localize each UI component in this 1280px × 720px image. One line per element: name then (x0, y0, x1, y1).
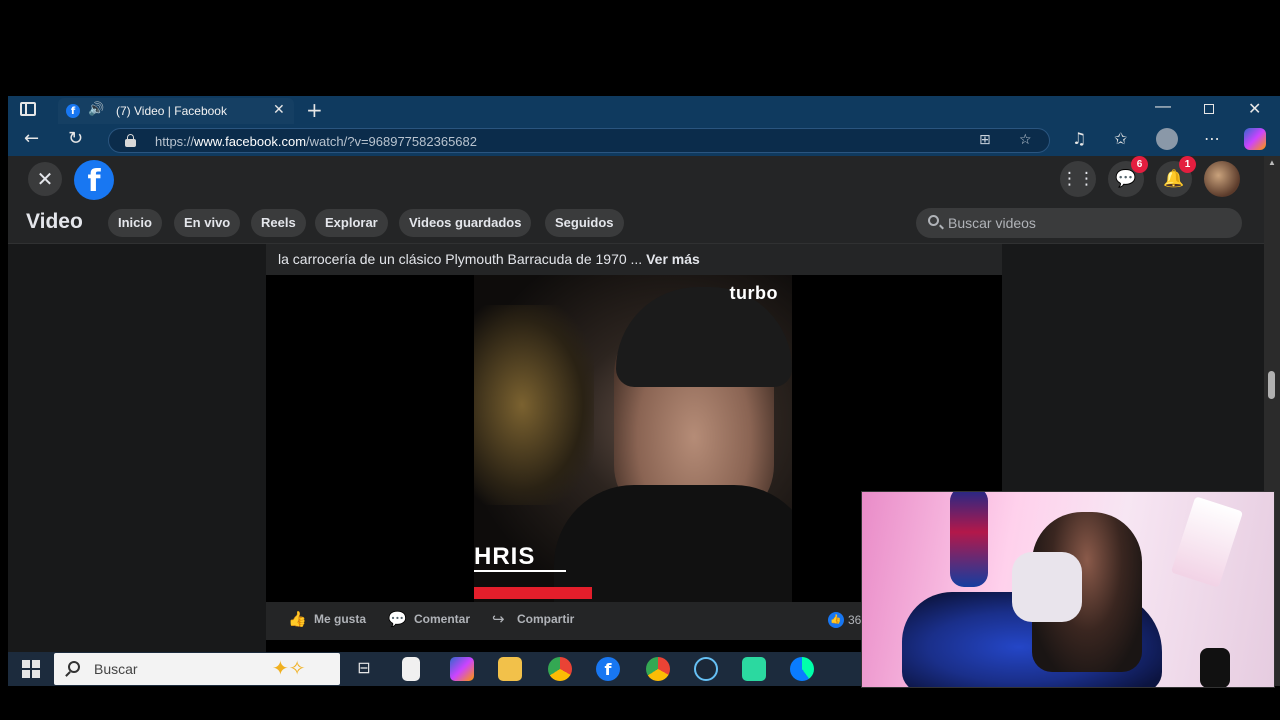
notepad-icon[interactable] (402, 657, 420, 681)
chrome-profile-icon[interactable] (646, 657, 670, 681)
webcam-person-shirt (1012, 552, 1082, 622)
windows-start-icon[interactable] (22, 660, 40, 678)
favorite-star-icon[interactable]: ☆ (1019, 132, 1032, 148)
lock-icon[interactable] (125, 134, 136, 147)
tab-title: (7) Video | Facebook (116, 104, 227, 118)
menu-grid-icon[interactable]: ⋮⋮ (1060, 161, 1096, 197)
like-icon[interactable]: 👍 (288, 610, 307, 628)
new-tab-button[interactable]: + (306, 98, 323, 122)
webcam-microphone (1200, 648, 1230, 687)
messenger-badge: 6 (1131, 156, 1148, 173)
copilot-app-icon[interactable] (450, 657, 474, 681)
scroll-up-icon[interactable]: ▲ (1268, 158, 1276, 167)
more-options-icon[interactable]: ⋯ (1204, 129, 1220, 148)
notifications-badge: 1 (1179, 156, 1196, 173)
tab-facebook[interactable]: f 🔊 (7) Video | Facebook ✕ (58, 98, 294, 124)
back-button[interactable]: ← (24, 128, 39, 149)
favorites-icon[interactable]: ✩ (1114, 129, 1127, 148)
screen: f 🔊 (7) Video | Facebook ✕ + — ✕ ← ↻ htt… (0, 0, 1280, 720)
tab-en-vivo[interactable]: En vivo (174, 209, 241, 237)
url-text[interactable]: https://www.facebook.com/watch/?v=968977… (155, 134, 477, 149)
webcam-wall-banner (1170, 496, 1244, 588)
video-caption: la carrocería de un clásico Plymouth Bar… (278, 251, 700, 267)
tab-seguidos[interactable]: Seguidos (545, 209, 624, 237)
facebook-logo-icon[interactable]: f (74, 160, 114, 200)
close-window-button[interactable]: ✕ (1248, 99, 1261, 118)
lower-third-bar (474, 587, 592, 599)
notifications-bell-icon[interactable]: 🔔 1 (1156, 156, 1196, 197)
webcam-skateboard (950, 492, 988, 587)
search-placeholder: Buscar videos (948, 215, 1036, 231)
steam-icon[interactable] (694, 657, 718, 681)
sidebar-toggle-icon[interactable] (20, 102, 36, 116)
close-tab-icon[interactable]: ✕ (273, 102, 285, 118)
video-watermark: turbo (729, 283, 778, 303)
file-explorer-icon[interactable] (498, 657, 522, 681)
game-app-icon[interactable] (742, 657, 766, 681)
like-reaction-icon[interactable]: 👍 (828, 612, 844, 628)
taskbar: Buscar ✦✧ ⊟ f (8, 652, 868, 686)
reload-button[interactable]: ↻ (68, 128, 83, 149)
reaction-count[interactable]: 36 (848, 613, 861, 627)
comment-button[interactable]: Comentar (414, 612, 470, 626)
see-more-link[interactable]: Ver más (646, 251, 700, 267)
task-view-icon[interactable]: ⊟ (352, 657, 376, 681)
address-bar[interactable]: https://www.facebook.com/watch/?v=968977… (108, 128, 1050, 153)
search-icon (68, 661, 80, 673)
taskbar-search-placeholder: Buscar (94, 661, 138, 677)
tab-inicio[interactable]: Inicio (108, 209, 162, 237)
facebook-favicon-icon: f (66, 104, 80, 118)
close-video-icon[interactable]: ✕ (28, 162, 62, 196)
facebook-app-icon[interactable]: f (596, 657, 620, 681)
video-search-input[interactable]: Buscar videos (916, 208, 1242, 238)
like-button[interactable]: Me gusta (314, 612, 366, 626)
facebook-header: ✕ f ⋮⋮ 💬 6 🔔 1 (8, 156, 1264, 202)
video-background (474, 305, 594, 505)
vertical-scroll-thumb[interactable] (1268, 371, 1275, 399)
edge-icon[interactable] (790, 657, 814, 681)
maximize-button[interactable] (1204, 104, 1214, 114)
tab-videos-guardados[interactable]: Videos guardados (399, 209, 532, 237)
video-frame[interactable]: turbo HRIS (474, 275, 792, 602)
messenger-icon[interactable]: 💬 6 (1108, 156, 1148, 197)
caption-box: la carrocería de un clásico Plymouth Bar… (266, 244, 1002, 275)
comment-icon[interactable]: 💬 (388, 610, 407, 628)
chrome-icon[interactable] (548, 657, 572, 681)
profile-icon[interactable] (1156, 128, 1178, 150)
search-highlight-icon: ✦✧ (272, 656, 306, 680)
share-button[interactable]: Compartir (517, 612, 574, 626)
speaker-icon[interactable]: 🔊 (88, 102, 104, 117)
minimize-button[interactable]: — (1155, 98, 1171, 116)
account-avatar[interactable] (1204, 161, 1240, 197)
taskbar-search-input[interactable]: Buscar ✦✧ (54, 653, 340, 685)
copilot-icon[interactable] (1244, 128, 1266, 150)
webcam-overlay (861, 491, 1275, 688)
video-subject-jacket (554, 485, 792, 602)
video-subnav: Video Inicio En vivo Reels Explorar Vide… (8, 202, 1264, 244)
address-toolbar: ← ↻ https://www.facebook.com/watch/?v=96… (8, 124, 1280, 156)
extensions-icon[interactable]: ♫ (1072, 129, 1086, 148)
video-lower-third: HRIS (474, 543, 536, 570)
tab-bar: f 🔊 (7) Video | Facebook ✕ + — ✕ (8, 96, 1280, 124)
app-available-icon[interactable]: ⊞ (979, 132, 991, 148)
search-icon (928, 215, 939, 226)
share-icon[interactable]: ↪ (492, 610, 505, 628)
page-title: Video (26, 210, 83, 233)
tab-explorar[interactable]: Explorar (315, 209, 388, 237)
tab-reels[interactable]: Reels (251, 209, 306, 237)
lower-third-line (474, 570, 566, 572)
